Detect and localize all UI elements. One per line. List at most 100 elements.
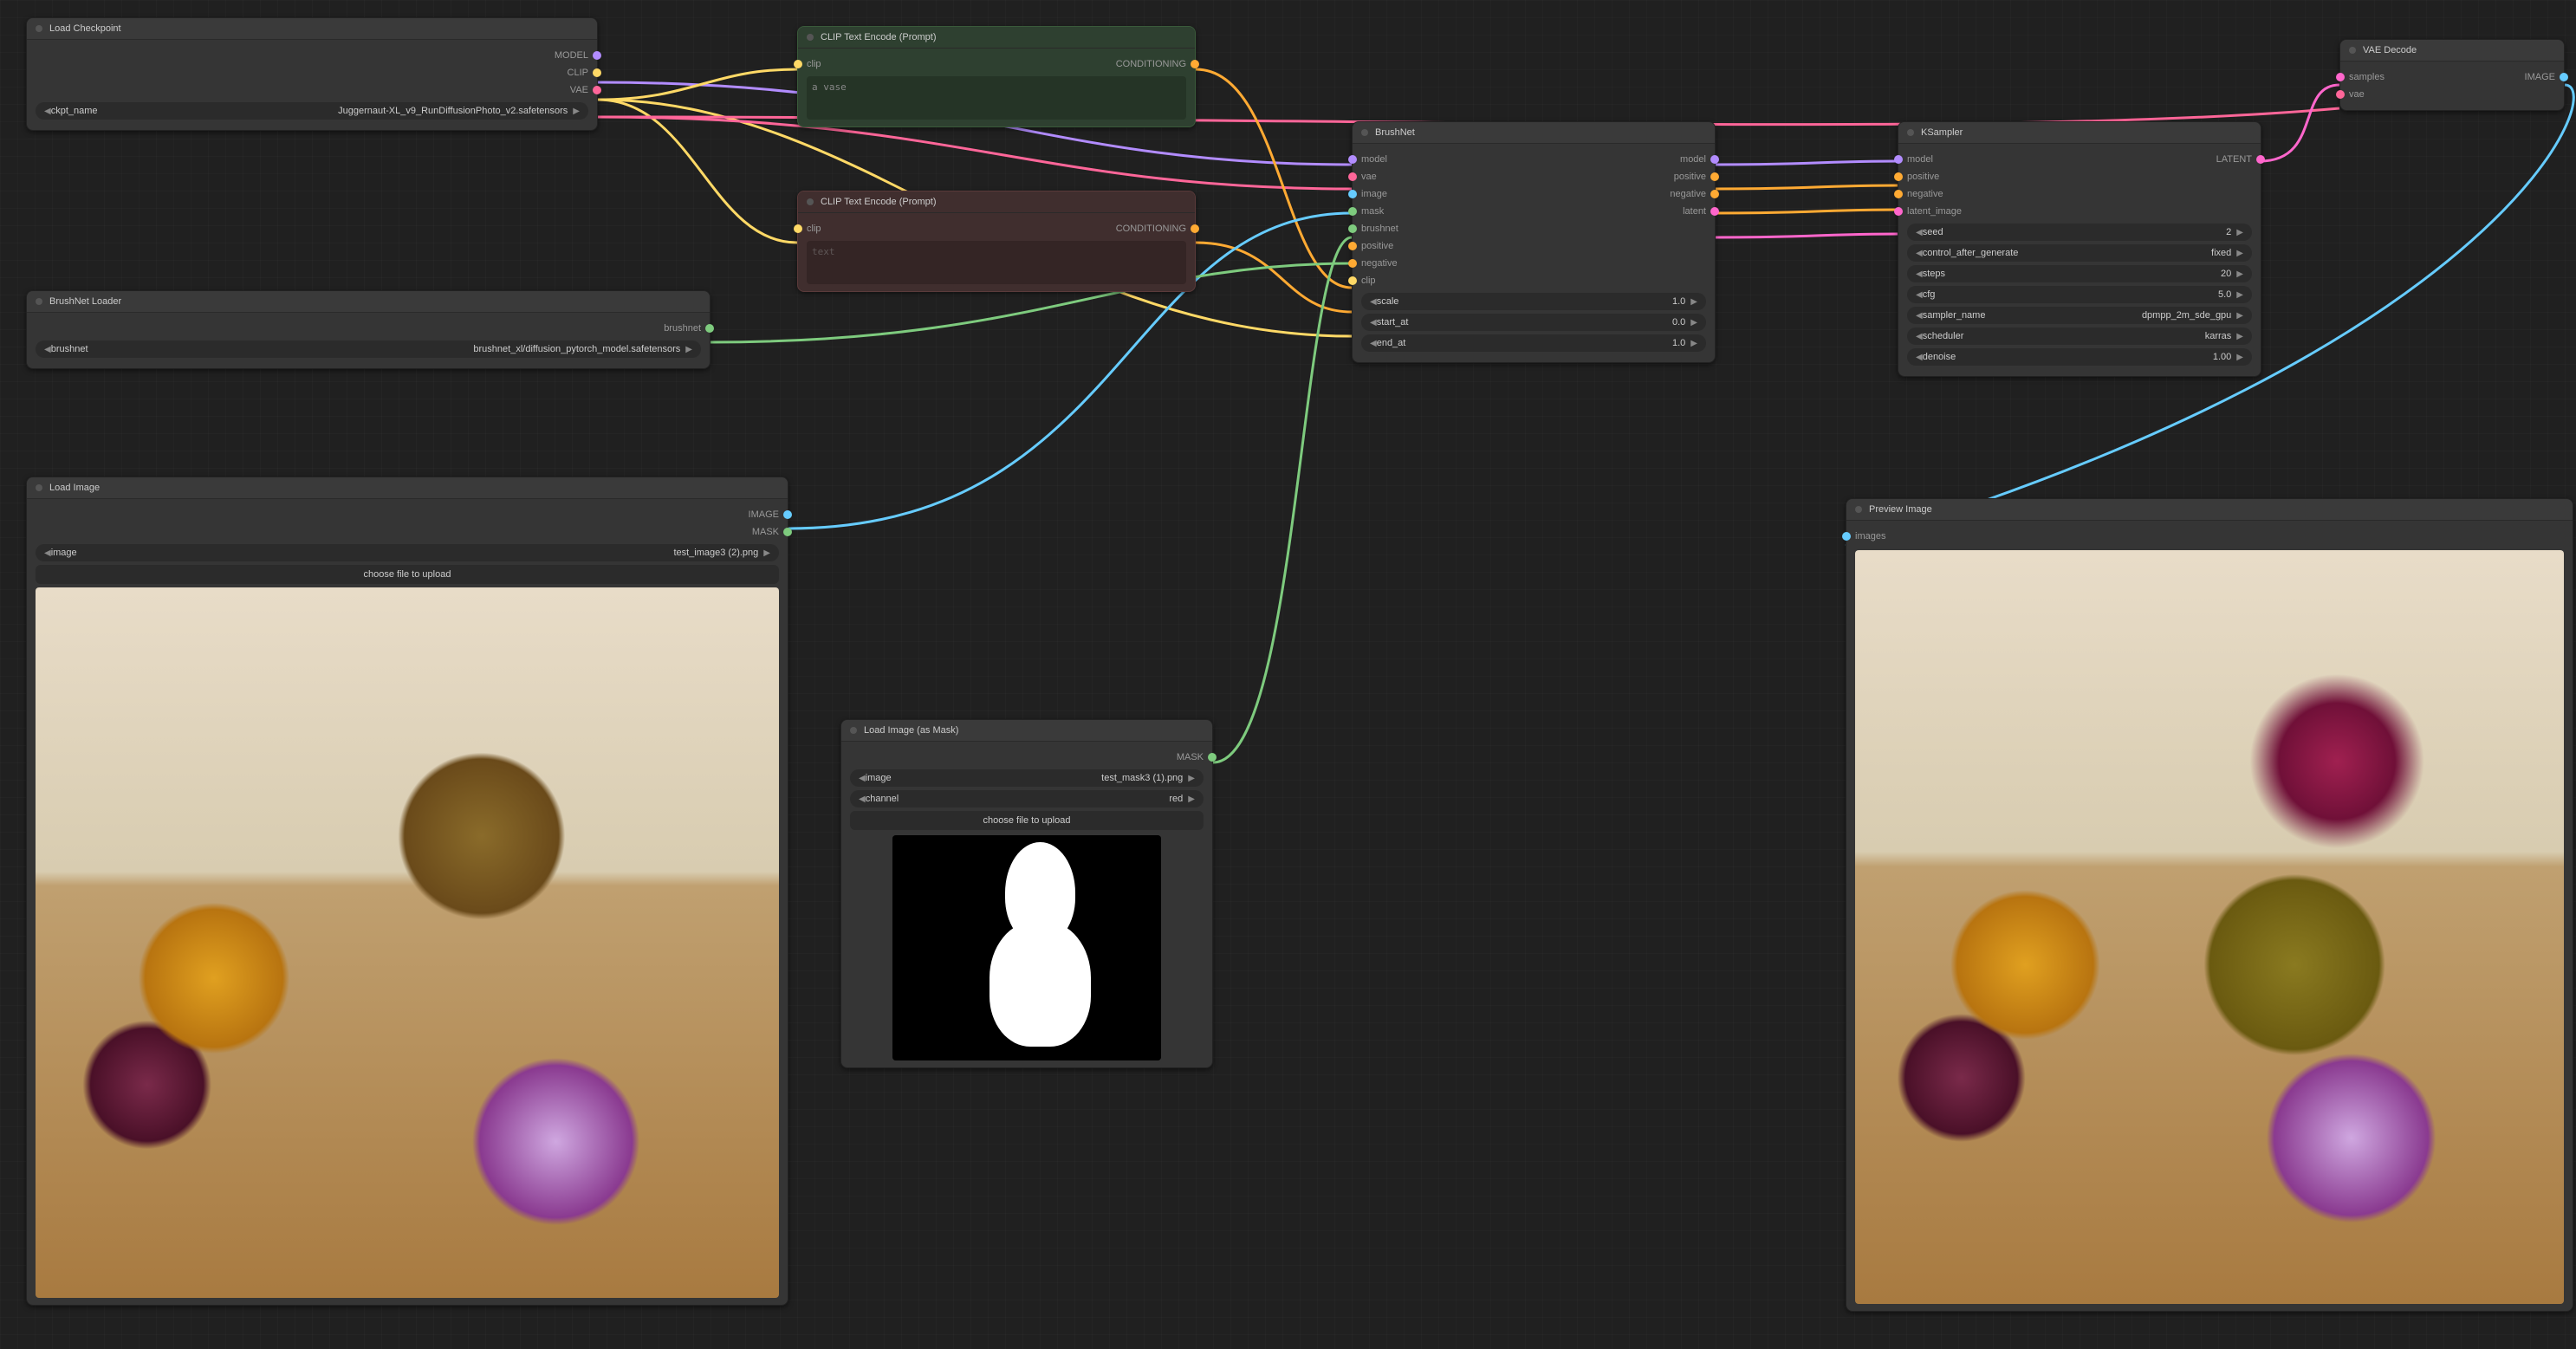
port-image-out[interactable] [2560,73,2568,81]
node-header[interactable]: Load Image (as Mask) [841,720,1212,742]
collapse-dot-icon[interactable] [36,298,42,305]
seed-widget[interactable]: ◀seed2▶ [1907,224,2252,241]
upload-button[interactable]: choose file to upload [850,811,1204,830]
port-latent-out[interactable] [1710,207,1719,216]
upload-button[interactable]: choose file to upload [36,565,779,584]
channel-widget[interactable]: ◀ channel red ▶ [850,790,1204,807]
arrow-right-icon[interactable]: ▶ [2236,311,2243,321]
port-model-out[interactable] [1710,155,1719,164]
arrow-left-icon[interactable]: ◀ [1916,290,1923,300]
port-vae-in[interactable] [1348,172,1357,181]
arrow-right-icon[interactable]: ▶ [2236,332,2243,341]
arrow-right-icon[interactable]: ▶ [1690,318,1697,328]
port-clip-in[interactable] [794,224,802,233]
denoise-widget[interactable]: ◀denoise1.00▶ [1907,348,2252,366]
arrow-right-icon[interactable]: ▶ [573,107,580,116]
arrow-right-icon[interactable]: ▶ [2236,290,2243,300]
collapse-dot-icon[interactable] [807,198,814,205]
port-conditioning-out[interactable] [1191,224,1199,233]
scale-widget[interactable]: ◀scale1.0▶ [1361,293,1706,310]
node-header[interactable]: VAE Decode [2340,40,2564,62]
arrow-right-icon[interactable]: ▶ [1690,339,1697,348]
arrow-left-icon[interactable]: ◀ [1916,269,1923,279]
port-mask-in[interactable] [1348,207,1357,216]
arrow-left-icon[interactable]: ◀ [44,548,51,558]
arrow-right-icon[interactable]: ▶ [763,548,770,558]
prompt-textarea[interactable]: a vase [807,76,1186,120]
mask-file-widget[interactable]: ◀ image test_mask3 (1).png ▶ [850,769,1204,787]
port-vae-in[interactable] [2336,90,2345,99]
node-load-mask[interactable]: Load Image (as Mask) MASK ◀ image test_m… [840,719,1213,1068]
node-header[interactable]: Preview Image [1846,499,2573,521]
collapse-dot-icon[interactable] [2349,47,2356,54]
node-preview-image[interactable]: Preview Image images [1846,498,2573,1312]
arrow-left-icon[interactable]: ◀ [1916,332,1923,341]
port-clip-in[interactable] [794,60,802,68]
port-positive-in[interactable] [1348,242,1357,250]
arrow-right-icon[interactable]: ▶ [685,345,692,354]
ckpt-name-widget[interactable]: ◀ ckpt_name Juggernaut-XL_v9_RunDiffusio… [36,102,588,120]
node-brushnet[interactable]: BrushNet modelmodel vaepositive imageneg… [1352,121,1716,363]
arrow-right-icon[interactable]: ▶ [2236,269,2243,279]
cfg-widget[interactable]: ◀cfg5.0▶ [1907,286,2252,303]
arrow-right-icon[interactable]: ▶ [1188,794,1195,804]
start-at-widget[interactable]: ◀start_at0.0▶ [1361,314,1706,331]
arrow-right-icon[interactable]: ▶ [2236,353,2243,362]
collapse-dot-icon[interactable] [1907,129,1914,136]
arrow-left-icon[interactable]: ◀ [44,345,51,354]
node-header[interactable]: Load Image [27,477,788,499]
port-positive-out[interactable] [1710,172,1719,181]
port-images-in[interactable] [1842,532,1851,541]
node-vae-decode[interactable]: VAE Decode samplesIMAGE vae [2339,39,2565,111]
port-latent-in[interactable] [1894,207,1903,216]
sampler-name-widget[interactable]: ◀sampler_namedpmpp_2m_sde_gpu▶ [1907,307,2252,324]
image-file-widget[interactable]: ◀ image test_image3 (2).png ▶ [36,544,779,561]
node-header[interactable]: CLIP Text Encode (Prompt) [798,27,1195,49]
end-at-widget[interactable]: ◀end_at1.0▶ [1361,334,1706,352]
port-image-out[interactable] [783,510,792,519]
port-clip-in[interactable] [1348,276,1357,285]
collapse-dot-icon[interactable] [1855,506,1862,513]
port-mask-out[interactable] [783,528,792,536]
collapse-dot-icon[interactable] [36,484,42,491]
steps-widget[interactable]: ◀steps20▶ [1907,265,2252,282]
node-clip-positive[interactable]: CLIP Text Encode (Prompt) clip CONDITION… [797,26,1196,127]
port-clip-out[interactable] [593,68,601,77]
collapse-dot-icon[interactable] [1361,129,1368,136]
arrow-left-icon[interactable]: ◀ [1916,249,1923,258]
arrow-right-icon[interactable]: ▶ [2236,249,2243,258]
port-image-in[interactable] [1348,190,1357,198]
collapse-dot-icon[interactable] [807,34,814,41]
prompt-textarea[interactable]: text [807,241,1186,284]
arrow-left-icon[interactable]: ◀ [1370,297,1377,307]
control-after-widget[interactable]: ◀control_after_generatefixed▶ [1907,244,2252,262]
port-samples-in[interactable] [2336,73,2345,81]
port-latent-out[interactable] [2256,155,2265,164]
node-header[interactable]: Load Checkpoint [27,18,597,40]
port-positive-in[interactable] [1894,172,1903,181]
arrow-right-icon[interactable]: ▶ [2236,228,2243,237]
node-header[interactable]: KSampler [1898,122,2261,144]
arrow-left-icon[interactable]: ◀ [1370,339,1377,348]
port-mask-out[interactable] [1208,753,1217,762]
arrow-left-icon[interactable]: ◀ [1916,311,1923,321]
arrow-left-icon[interactable]: ◀ [1916,228,1923,237]
node-load-image[interactable]: Load Image IMAGE MASK ◀ image test_image… [26,477,788,1306]
node-ksampler[interactable]: KSampler modelLATENT positive negative l… [1898,121,2261,377]
port-brushnet-out[interactable] [705,324,714,333]
port-model-out[interactable] [593,51,601,60]
node-header[interactable]: BrushNet Loader [27,291,710,313]
brushnet-path-widget[interactable]: ◀ brushnet brushnet_xl/diffusion_pytorch… [36,340,701,358]
collapse-dot-icon[interactable] [850,727,857,734]
scheduler-widget[interactable]: ◀schedulerkarras▶ [1907,328,2252,345]
arrow-left-icon[interactable]: ◀ [1916,353,1923,362]
arrow-left-icon[interactable]: ◀ [44,107,51,116]
port-vae-out[interactable] [593,86,601,94]
node-header[interactable]: CLIP Text Encode (Prompt) [798,191,1195,213]
arrow-left-icon[interactable]: ◀ [859,774,866,783]
node-header[interactable]: BrushNet [1353,122,1715,144]
port-model-in[interactable] [1348,155,1357,164]
arrow-left-icon[interactable]: ◀ [859,794,866,804]
port-negative-in[interactable] [1894,190,1903,198]
arrow-left-icon[interactable]: ◀ [1370,318,1377,328]
